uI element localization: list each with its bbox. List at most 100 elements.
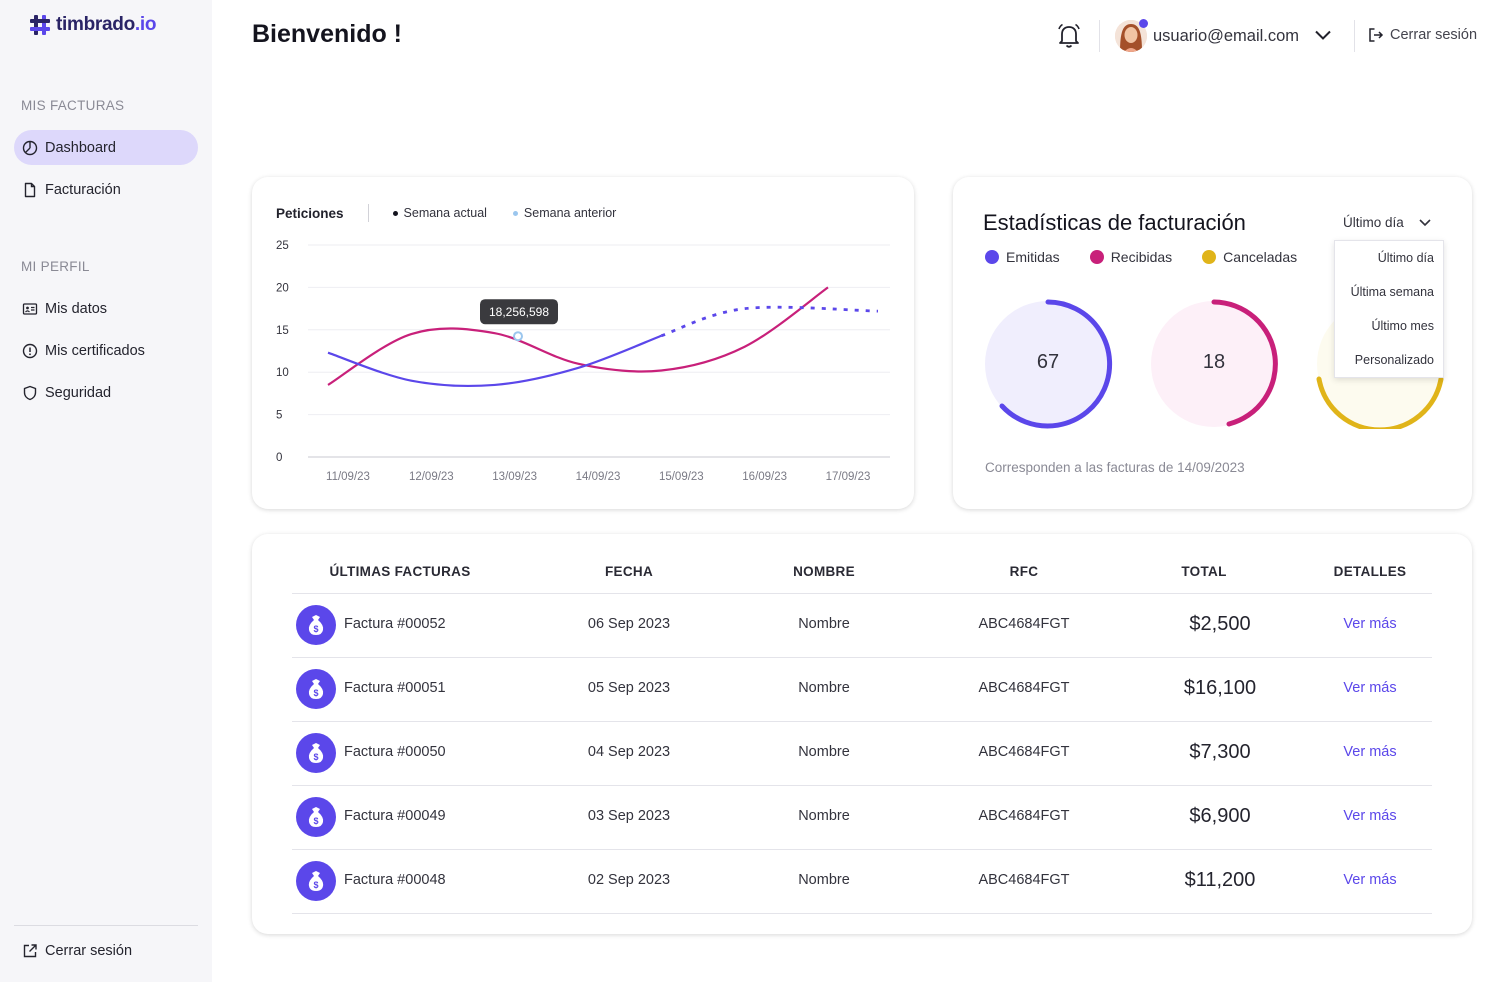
see-more-link[interactable]: Ver más (1310, 744, 1430, 760)
legend-dot (512, 210, 518, 216)
period-option-custom[interactable]: Personalizado (1355, 353, 1434, 367)
row-divider (292, 913, 1432, 914)
invoice-client-name: Nombre (798, 808, 850, 824)
invoices-table-card: ÚLTIMAS FACTURAS FECHA NOMBRE RFC TOTAL … (252, 534, 1472, 934)
legend-swatch (1202, 250, 1217, 264)
online-status-dot (1139, 19, 1148, 28)
legend-cancelled: Canceladas (1202, 249, 1297, 265)
period-option-last-month[interactable]: Último mes (1371, 319, 1434, 333)
sidebar-item-certificates[interactable]: Mis certificados (14, 333, 198, 368)
see-more-link[interactable]: Ver más (1310, 616, 1430, 632)
money-bag-icon: $ (308, 871, 324, 891)
period-option-last-week[interactable]: Última semana (1351, 285, 1434, 299)
sidebar-divider (14, 925, 198, 926)
column-header-details: DETALLES (1333, 564, 1407, 579)
notification-bell-icon[interactable] (1056, 22, 1082, 50)
tooltip-value: 18,256,598 (489, 305, 549, 319)
invoice-badge-icon: $ (296, 733, 336, 773)
invoice-date: 02 Sep 2023 (587, 872, 671, 888)
see-more-link[interactable]: Ver más (1310, 808, 1430, 824)
logout-icon (1369, 28, 1384, 42)
money-bag-icon: $ (308, 807, 324, 827)
invoice-total: $16,100 (1183, 677, 1257, 699)
header-logout-button[interactable]: Cerrar sesión (1368, 27, 1477, 43)
legend-previous-week: Semana anterior (512, 206, 616, 220)
svg-text:$: $ (313, 752, 318, 762)
invoice-date: 05 Sep 2023 (587, 680, 671, 696)
x-tick-label: 11/09/23 (326, 471, 370, 483)
section-label-profile: MI PERFIL (21, 259, 90, 274)
chart-header: Peticiones Semana actual Semana anterior (276, 204, 642, 222)
invoice-name: Factura #00050 (344, 744, 446, 760)
invoice-total: $2,500 (1189, 613, 1251, 635)
chevron-down-icon (1419, 218, 1431, 226)
legend-current-week: Semana actual (392, 206, 487, 220)
header-logout-label: Cerrar sesión (1390, 27, 1478, 43)
invoice-total: $6,900 (1189, 805, 1251, 827)
invoice-name: Factura #00051 (344, 680, 446, 696)
sidebar-item-security[interactable]: Seguridad (14, 375, 198, 410)
invoice-total: $11,200 (1184, 869, 1256, 891)
invoice-badge-icon: $ (296, 669, 336, 709)
money-bag-icon: $ (308, 743, 324, 763)
requests-line-chart: 25 20 15 10 5 0 11/09/23 12/09/23 13/09/23 14/09/… (276, 240, 890, 483)
invoice-rfc: ABC4684FGT (978, 872, 1070, 888)
x-tick-label: 12/09/23 (409, 471, 454, 483)
column-header-rfc: RFC (1009, 564, 1039, 579)
svg-text:$: $ (313, 880, 318, 890)
svg-text:$: $ (313, 624, 318, 634)
see-more-link[interactable]: Ver más (1310, 680, 1430, 696)
period-select[interactable]: Último día (1343, 215, 1432, 230)
series-line-current-week (327, 334, 662, 388)
invoice-date: 06 Sep 2023 (587, 616, 671, 632)
donut-received-value: 18 (1202, 351, 1226, 373)
row-divider (292, 721, 1432, 722)
invoice-rfc: ABC4684FGT (978, 680, 1070, 696)
period-option-last-day[interactable]: Último día (1378, 251, 1434, 265)
svg-text:$: $ (313, 688, 318, 698)
requests-chart-card: 25 20 15 10 5 0 11/09/23 12/09/23 13/09/23 14/09/… (252, 177, 914, 509)
sidebar-item-my-data[interactable]: Mis datos (14, 291, 198, 326)
pie-chart-icon (22, 140, 38, 155)
legend-separator (367, 204, 369, 222)
y-tick-label: 10 (276, 367, 289, 379)
row-divider (292, 657, 1432, 658)
legend-label: Canceladas (1223, 249, 1298, 265)
sidebar-item-billing[interactable]: Facturación (14, 172, 198, 207)
sidebar-logout-button[interactable]: Cerrar sesión (14, 933, 198, 968)
section-label-invoices: MIS FACTURAS (21, 98, 125, 113)
invoice-badge-icon: $ (296, 797, 336, 837)
column-header-name: NOMBRE (793, 564, 855, 579)
header-divider (1354, 20, 1355, 52)
invoice-client-name: Nombre (798, 744, 850, 760)
legend-dot (392, 210, 398, 216)
sidebar-item-label: Facturación (45, 181, 121, 198)
sidebar-item-label: Dashboard (45, 139, 116, 156)
shield-icon (23, 385, 37, 400)
series-line-previous-week (327, 286, 829, 386)
stats-note: Corresponden a las facturas de 14/09/202… (985, 460, 1245, 475)
legend-label: Semana actual (403, 206, 487, 220)
x-tick-label: 13/09/23 (492, 471, 537, 483)
row-divider (292, 849, 1432, 850)
id-card-icon (22, 302, 38, 315)
user-email[interactable]: usuario@email.com (1153, 27, 1299, 46)
page-title: Bienvenido ! (252, 20, 403, 48)
invoice-date: 04 Sep 2023 (587, 744, 671, 760)
stats-title: Estadísticas de facturación (983, 210, 1246, 235)
chart-title: Peticiones (276, 205, 344, 221)
y-tick-label: 5 (276, 410, 282, 422)
legend-label: Recibidas (1110, 249, 1173, 265)
column-header-invoices: ÚLTIMAS FACTURAS (329, 564, 471, 579)
brand-logo[interactable]: timbrado.io (28, 13, 156, 37)
header-divider (1099, 20, 1100, 52)
chevron-down-icon[interactable] (1313, 27, 1333, 43)
x-tick-label: 14/09/23 (576, 471, 621, 483)
sidebar-item-dashboard[interactable]: Dashboard (14, 130, 198, 165)
sidebar-item-label: Mis certificados (45, 342, 145, 359)
invoice-badge-icon: $ (296, 861, 336, 901)
see-more-link[interactable]: Ver más (1310, 872, 1430, 888)
invoice-client-name: Nombre (798, 616, 850, 632)
invoice-total: $7,300 (1189, 741, 1251, 763)
tooltip-point (513, 331, 523, 342)
